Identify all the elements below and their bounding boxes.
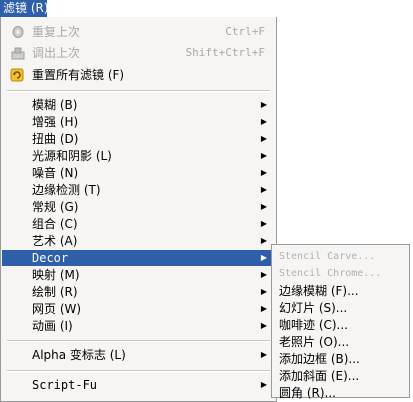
menu-item-blur[interactable]: 模糊 (B) ▶	[2, 97, 275, 113]
reshow-last-label: 调出上次	[32, 46, 81, 60]
submenu-item-stencil-carve[interactable]: Stencil Carve...	[273, 249, 408, 265]
menu-item-label: 网页 (W)	[32, 302, 82, 316]
repeat-last-shortcut: Ctrl+F	[225, 25, 265, 38]
submenu-item-fuzzy-border[interactable]: 边缘模糊 (F)...	[273, 283, 408, 299]
menubar-filters[interactable]: 滤镜 (R)	[0, 0, 49, 17]
menu-item-label: Alpha 变标志 (L)	[32, 348, 126, 362]
submenu-arrow-icon: ▶	[260, 134, 267, 143]
menu-item-label: 映射 (M)	[32, 268, 80, 282]
submenu-arrow-icon: ▶	[260, 287, 267, 296]
submenu-item-coffee-stain[interactable]: 咖啡迹 (C)...	[273, 317, 408, 333]
repeat-last-icon	[10, 25, 26, 39]
submenu-item-slide[interactable]: 幻灯片 (S)...	[273, 300, 408, 316]
submenu-arrow-icon: ▶	[260, 117, 267, 126]
submenu-arrow-icon: ▶	[260, 321, 267, 330]
submenu-item-add-bevel[interactable]: 添加斜面 (E)...	[273, 368, 408, 384]
menu-item-combine[interactable]: 组合 (C) ▶	[2, 216, 275, 232]
submenu-item-label: Stencil Carve...	[279, 251, 376, 262]
menu-separator	[7, 370, 270, 372]
menu-item-map[interactable]: 映射 (M) ▶	[2, 267, 275, 283]
submenu-item-label: 咖啡迹 (C)...	[279, 318, 349, 332]
submenu-item-round-corners[interactable]: 圆角 (R)...	[273, 385, 408, 401]
submenu-arrow-icon: ▶	[260, 219, 267, 228]
menu-item-enhance[interactable]: 增强 (H) ▶	[2, 114, 275, 130]
reshow-last-icon	[10, 46, 26, 60]
submenu-arrow-icon: ▶	[260, 185, 267, 194]
menu-item-generic[interactable]: 常规 (G) ▶	[2, 199, 275, 215]
submenu-item-label: Stencil Chrome...	[279, 268, 382, 279]
menu-item-animation[interactable]: 动画 (I) ▶	[2, 318, 275, 334]
menu-item-label: 组合 (C)	[32, 217, 78, 231]
submenu-arrow-icon: ▶	[260, 100, 267, 109]
submenu-arrow-icon: ▶	[260, 168, 267, 177]
menu-item-decor[interactable]: Decor ▶	[2, 250, 275, 266]
submenu-arrow-icon: ▶	[260, 350, 267, 359]
menu-item-label: 增强 (H)	[32, 115, 79, 129]
menu-item-label: 艺术 (A)	[32, 234, 78, 248]
reshow-last-shortcut: Shift+Ctrl+F	[185, 46, 265, 59]
menu-item-render[interactable]: 绘制 (R) ▶	[2, 284, 275, 300]
submenu-item-label: 幻灯片 (S)...	[279, 301, 348, 315]
menu-item-repeat-last[interactable]: 重复上次 Ctrl+F	[2, 24, 275, 40]
submenu-item-add-border[interactable]: 添加边框 (B)...	[273, 351, 408, 367]
submenu-arrow-icon: ▶	[260, 270, 267, 279]
submenu-arrow-icon: ▶	[260, 304, 267, 313]
menu-item-script-fu[interactable]: Script-Fu ▶	[2, 377, 275, 393]
menu-item-label: 噪音 (N)	[32, 166, 79, 180]
reset-filters-icon	[10, 68, 26, 82]
submenu-arrow-icon: ▶	[260, 202, 267, 211]
menu-item-label: 绘制 (R)	[32, 285, 78, 299]
submenu-item-label: 圆角 (R)...	[279, 386, 336, 400]
menu-item-label: 动画 (I)	[32, 319, 73, 333]
menu-item-web[interactable]: 网页 (W) ▶	[2, 301, 275, 317]
filters-menu: 重复上次 Ctrl+F 调出上次 Shift+Ctrl+F 重置所有滤镜 (F)…	[0, 17, 277, 402]
menu-item-reshow-last[interactable]: 调出上次 Shift+Ctrl+F	[2, 45, 275, 61]
submenu-item-label: 添加斜面 (E)...	[279, 369, 360, 383]
menu-item-reset-all[interactable]: 重置所有滤镜 (F)	[2, 67, 275, 83]
submenu-arrow-icon: ▶	[260, 380, 267, 389]
menu-item-label: 模糊 (B)	[32, 98, 78, 112]
submenu-item-old-photo[interactable]: 老照片 (O)...	[273, 334, 408, 350]
decor-submenu: Stencil Carve... Stencil Chrome... 边缘模糊 …	[271, 244, 410, 401]
submenu-arrow-icon: ▶	[260, 236, 267, 245]
menu-separator	[7, 90, 270, 92]
submenu-item-label: 添加边框 (B)...	[279, 352, 360, 366]
reset-all-label: 重置所有滤镜 (F)	[32, 68, 125, 82]
submenu-item-label: 老照片 (O)...	[279, 335, 350, 349]
menu-item-artistic[interactable]: 艺术 (A) ▶	[2, 233, 275, 249]
menu-separator	[7, 340, 270, 342]
submenu-arrow-icon: ▶	[260, 151, 267, 160]
menu-item-light-shadow[interactable]: 光源和阴影 (L) ▶	[2, 148, 275, 164]
menu-item-label: 扭曲 (D)	[32, 132, 79, 146]
menu-item-edge-detect[interactable]: 边缘检测 (T) ▶	[2, 182, 275, 198]
submenu-arrow-icon: ▶	[260, 253, 267, 262]
menu-item-label: 常规 (G)	[32, 200, 79, 214]
menu-item-noise[interactable]: 噪音 (N) ▶	[2, 165, 275, 181]
menu-item-alpha-to-logo[interactable]: Alpha 变标志 (L) ▶	[2, 347, 275, 363]
menu-item-label: 光源和阴影 (L)	[32, 149, 112, 163]
menu-item-label: Script-Fu	[32, 378, 98, 392]
repeat-last-label: 重复上次	[32, 25, 81, 39]
menu-item-label: 边缘检测 (T)	[32, 183, 101, 197]
menu-item-label: Decor	[32, 251, 69, 265]
submenu-item-label: 边缘模糊 (F)...	[279, 284, 359, 298]
menu-item-distorts[interactable]: 扭曲 (D) ▶	[2, 131, 275, 147]
submenu-item-stencil-chrome[interactable]: Stencil Chrome...	[273, 266, 408, 282]
